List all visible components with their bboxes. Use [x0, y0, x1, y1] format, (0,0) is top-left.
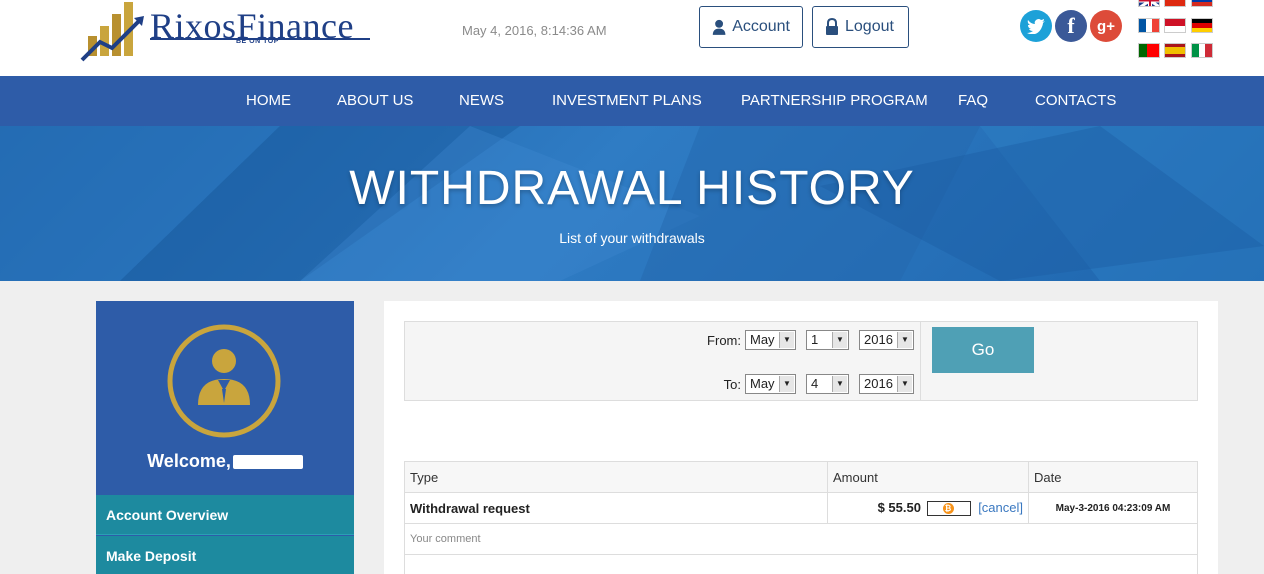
- row-comment: Your comment: [404, 523, 1198, 555]
- row-type: Withdrawal request: [404, 492, 828, 524]
- nav-news[interactable]: NEWS: [459, 76, 504, 126]
- page-title: WITHDRAWAL HISTORY: [349, 162, 915, 215]
- to-year-select[interactable]: 2016 ▼: [859, 374, 914, 394]
- nav-about-us[interactable]: ABOUT US: [337, 76, 413, 126]
- sidebar-item-account-overview[interactable]: Account Overview: [96, 495, 354, 535]
- column-header-amount: Amount: [827, 461, 1029, 493]
- user-avatar-icon: [167, 324, 281, 438]
- nav-investment-plans[interactable]: INVESTMENT PLANS: [552, 76, 702, 126]
- logout-button-label: Logout: [845, 18, 894, 35]
- main-nav: HOME ABOUT US NEWS INVESTMENT PLANS PART…: [0, 76, 1264, 126]
- sidebar-item-make-deposit[interactable]: Make Deposit: [96, 536, 354, 574]
- lock-icon: [826, 18, 838, 35]
- flag-portugal-icon[interactable]: [1138, 43, 1160, 58]
- row-amount-cell: $ 55.50 ₿ [cancel]: [827, 492, 1029, 524]
- table-header-row: Type Amount Date: [404, 461, 1198, 493]
- nav-contacts[interactable]: CONTACTS: [1035, 76, 1116, 126]
- logo[interactable]: RixosFinance BE ON TOP: [80, 0, 380, 62]
- welcome-label: Welcome,: [147, 451, 231, 471]
- flag-france-icon[interactable]: [1138, 18, 1160, 33]
- table-comment-row: Your comment: [404, 523, 1198, 555]
- to-day-select[interactable]: 4 ▼: [806, 374, 849, 394]
- row-empty-cell: [404, 554, 1198, 574]
- sidebar: Welcome, Account Overview Make Deposit: [96, 301, 354, 574]
- to-month-select[interactable]: May ▼: [745, 374, 796, 394]
- table-empty-row: [404, 554, 1198, 574]
- logo-brand-part1: Rixos: [150, 6, 237, 46]
- from-label: From:: [707, 333, 741, 348]
- google-plus-icon[interactable]: g+: [1090, 10, 1122, 42]
- chevron-down-icon: ▼: [832, 332, 847, 348]
- filter-divider: [920, 322, 921, 400]
- to-label: To:: [723, 377, 741, 392]
- flag-indonesia-icon[interactable]: [1164, 18, 1186, 33]
- row-amount: $ 55.50: [877, 499, 921, 515]
- flag-germany-icon[interactable]: [1191, 18, 1213, 33]
- nav-home[interactable]: HOME: [246, 76, 291, 126]
- nav-partnership-program[interactable]: PARTNERSHIP PROGRAM: [741, 76, 928, 126]
- facebook-glyph: f: [1067, 13, 1075, 38]
- nav-faq[interactable]: FAQ: [958, 76, 988, 126]
- from-month-value: May: [750, 332, 775, 347]
- column-header-date: Date: [1028, 461, 1198, 493]
- to-year-value: 2016: [864, 376, 893, 391]
- flag-uk-icon[interactable]: [1138, 0, 1160, 7]
- user-icon: [712, 19, 726, 35]
- welcome-message: Welcome,: [96, 451, 354, 472]
- content-panel: From: May ▼ 1 ▼ 2016 ▼ To: May ▼ 4 ▼ 2016 ▼ Go…: [384, 301, 1218, 574]
- chevron-down-icon: ▼: [897, 376, 912, 392]
- account-button-label: Account: [732, 18, 790, 35]
- payment-method-box: ₿: [926, 501, 971, 517]
- header: RixosFinance BE ON TOP May 4, 2016, 8:14…: [0, 0, 1264, 76]
- from-day-select[interactable]: 1 ▼: [806, 330, 849, 350]
- flag-russia-icon[interactable]: [1191, 0, 1213, 7]
- go-button[interactable]: Go: [932, 327, 1034, 373]
- from-year-value: 2016: [864, 332, 893, 347]
- chevron-down-icon: ▼: [897, 332, 912, 348]
- cancel-link[interactable]: [cancel]: [978, 500, 1023, 515]
- chevron-down-icon: ▼: [779, 332, 794, 348]
- twitter-icon[interactable]: [1020, 10, 1052, 42]
- flag-china-icon[interactable]: [1164, 0, 1186, 7]
- row-date: May-3-2016 04:23:09 AM: [1028, 492, 1198, 524]
- from-year-select[interactable]: 2016 ▼: [859, 330, 914, 350]
- to-month-value: May: [750, 376, 775, 391]
- table-row: Withdrawal request $ 55.50 ₿ [cancel] Ma…: [404, 492, 1198, 524]
- chevron-down-icon: ▼: [832, 376, 847, 392]
- chevron-down-icon: ▼: [779, 376, 794, 392]
- bitcoin-icon: ₿: [942, 503, 954, 515]
- account-button[interactable]: Account: [699, 6, 803, 48]
- logo-tagline: BE ON TOP: [236, 38, 279, 45]
- from-day-value: 1: [811, 332, 819, 347]
- page-banner: WITHDRAWAL HISTORY List of your withdraw…: [0, 126, 1264, 281]
- facebook-icon[interactable]: f: [1055, 10, 1087, 42]
- date-filter: From: May ▼ 1 ▼ 2016 ▼ To: May ▼ 4 ▼ 2016 ▼ Go: [404, 321, 1198, 401]
- google-plus-glyph: g+: [1097, 17, 1115, 35]
- page-subtitle: List of your withdrawals: [559, 230, 705, 246]
- from-month-select[interactable]: May ▼: [745, 330, 796, 350]
- withdrawal-table: Type Amount Date Withdrawal request $ 55…: [404, 461, 1198, 574]
- flag-italy-icon[interactable]: [1191, 43, 1213, 58]
- server-datetime: May 4, 2016, 8:14:36 AM: [462, 23, 607, 38]
- logo-bars-icon: [80, 2, 144, 62]
- to-day-value: 4: [811, 376, 819, 391]
- redacted-username: [232, 455, 303, 470]
- column-header-type: Type: [404, 461, 828, 493]
- logout-button[interactable]: Logout: [812, 6, 909, 48]
- flag-spain-icon[interactable]: [1164, 43, 1186, 58]
